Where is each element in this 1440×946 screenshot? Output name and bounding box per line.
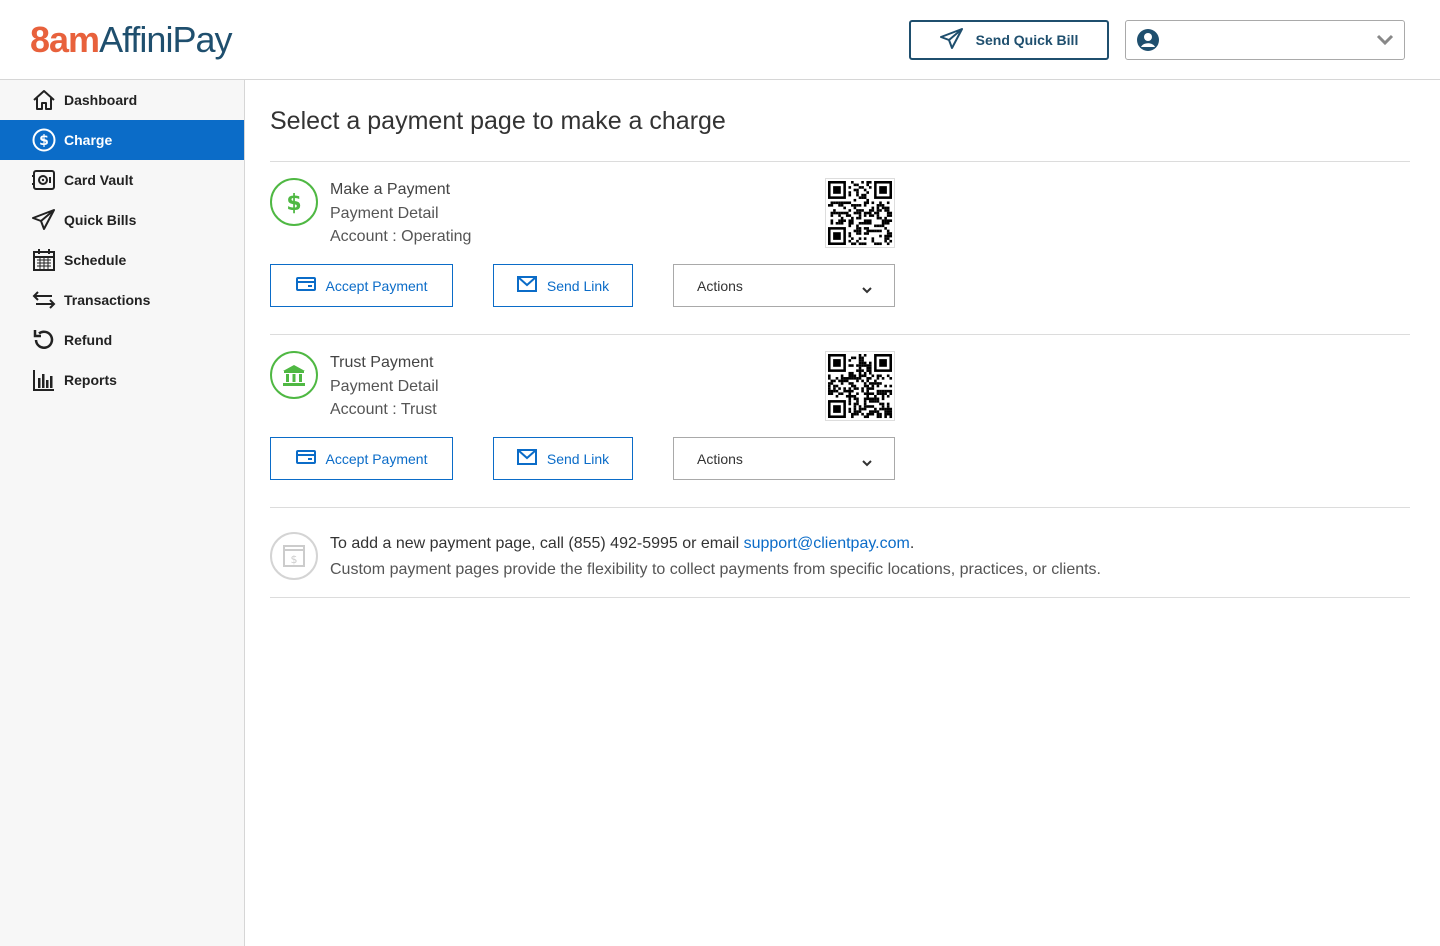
sidebar-item-reports[interactable]: Reports <box>0 360 244 400</box>
payment-page-account: Account : Trust <box>330 401 437 418</box>
envelope-icon <box>516 276 537 295</box>
info-contact-line: To add a new payment page, call (855) 49… <box>330 531 1101 557</box>
qr-code-icon <box>825 178 895 248</box>
sidebar-item-dashboard[interactable]: Dashboard <box>0 80 244 120</box>
sidebar-item-label: Refund <box>64 332 113 348</box>
calendar-icon <box>32 248 56 272</box>
send-link-button[interactable]: Send Link <box>493 264 633 307</box>
logo-prefix: 8am <box>30 19 100 60</box>
accept-payment-button[interactable]: Accept Payment <box>270 437 453 480</box>
sidebar-item-label: Reports <box>64 372 117 388</box>
sidebar-item-label: Charge <box>64 132 113 148</box>
payment-page-info: Trust Payment Payment Detail Account : T… <box>330 351 439 421</box>
page-title: Select a payment page to make a charge <box>270 107 726 135</box>
paper-plane-icon <box>32 208 56 232</box>
sidebar-item-charge[interactable]: $ Charge <box>0 120 244 160</box>
sidebar-item-label: Transactions <box>64 292 151 308</box>
sidebar-item-refund[interactable]: Refund <box>0 320 244 360</box>
payment-page-card: Trust Payment Payment Detail Account : T… <box>270 335 1410 507</box>
sidebar-item-label: Quick Bills <box>64 212 137 228</box>
actions-dropdown[interactable]: Actions <box>673 264 895 307</box>
bar-chart-icon <box>32 368 56 392</box>
vault-icon <box>32 168 56 192</box>
logo-name: AffiniPay <box>99 19 232 60</box>
user-avatar-icon <box>1136 28 1160 57</box>
svg-text:$: $ <box>286 191 301 215</box>
credit-card-icon <box>295 450 316 467</box>
chevron-down-icon <box>862 454 872 470</box>
home-icon <box>32 88 56 112</box>
brand-logo[interactable]: 8am AffiniPay <box>30 18 232 62</box>
payment-page-info: Make a Payment Payment Detail Account : … <box>330 178 471 248</box>
sidebar-item-card-vault[interactable]: Card Vault <box>0 160 244 200</box>
accept-payment-label: Accept Payment <box>325 277 428 294</box>
payment-page-name: Make a Payment <box>330 181 451 198</box>
user-account-select[interactable] <box>1125 20 1405 60</box>
payment-page-name: Trust Payment <box>330 354 434 371</box>
actions-label: Actions <box>697 277 743 294</box>
top-header: 8am AffiniPay Send Quick Bill <box>0 0 1440 80</box>
sidebar-nav: Dashboard $ Charge Card Vault Quick Bill… <box>0 80 245 946</box>
main-content: Select a payment page to make a charge $… <box>270 80 1410 598</box>
sidebar-item-schedule[interactable]: Schedule <box>0 240 244 280</box>
sidebar-item-label: Dashboard <box>64 92 138 108</box>
dollar-icon: $ <box>270 178 318 226</box>
sidebar-item-transactions[interactable]: Transactions <box>0 280 244 320</box>
payment-page-card: $ Make a Payment Payment Detail Account … <box>270 162 1410 334</box>
payment-page-add-icon: $ <box>270 532 318 580</box>
support-email-link[interactable]: support@clientpay.com <box>744 535 910 552</box>
new-payment-page-info: $ To add a new payment page, call (855) … <box>270 508 1410 597</box>
sidebar-item-quick-bills[interactable]: Quick Bills <box>0 200 244 240</box>
payment-page-detail: Payment Detail <box>330 205 439 222</box>
chevron-down-icon <box>1376 33 1394 52</box>
qr-code-icon <box>825 351 895 421</box>
info-contact-suffix: . <box>909 535 915 552</box>
divider <box>270 597 1410 598</box>
actions-label: Actions <box>697 450 743 467</box>
send-quick-bill-button[interactable]: Send Quick Bill <box>909 20 1109 60</box>
send-link-label: Send Link <box>546 277 610 294</box>
bank-icon <box>270 351 318 399</box>
chevron-down-icon <box>862 281 872 297</box>
send-link-label: Send Link <box>546 450 610 467</box>
send-link-button[interactable]: Send Link <box>493 437 633 480</box>
actions-dropdown[interactable]: Actions <box>673 437 895 480</box>
info-description: Custom payment pages provide the flexibi… <box>330 561 1101 578</box>
info-contact-text: To add a new payment page, call (855) 49… <box>330 535 744 552</box>
refund-icon <box>32 328 56 352</box>
payment-page-detail: Payment Detail <box>330 378 439 395</box>
sidebar-item-label: Card Vault <box>64 172 134 188</box>
svg-text:$: $ <box>39 133 49 149</box>
svg-text:$: $ <box>291 553 298 566</box>
send-quick-bill-label: Send Quick Bill <box>975 32 1079 48</box>
accept-payment-button[interactable]: Accept Payment <box>270 264 453 307</box>
transfer-arrows-icon <box>32 288 56 312</box>
dollar-circle-icon: $ <box>32 128 56 152</box>
payment-page-account: Account : Operating <box>330 228 472 245</box>
envelope-icon <box>516 449 537 468</box>
credit-card-icon <box>295 277 316 294</box>
info-text: To add a new payment page, call (855) 49… <box>330 531 1101 583</box>
paper-plane-icon <box>939 27 964 53</box>
accept-payment-label: Accept Payment <box>325 450 428 467</box>
sidebar-item-label: Schedule <box>64 252 127 268</box>
